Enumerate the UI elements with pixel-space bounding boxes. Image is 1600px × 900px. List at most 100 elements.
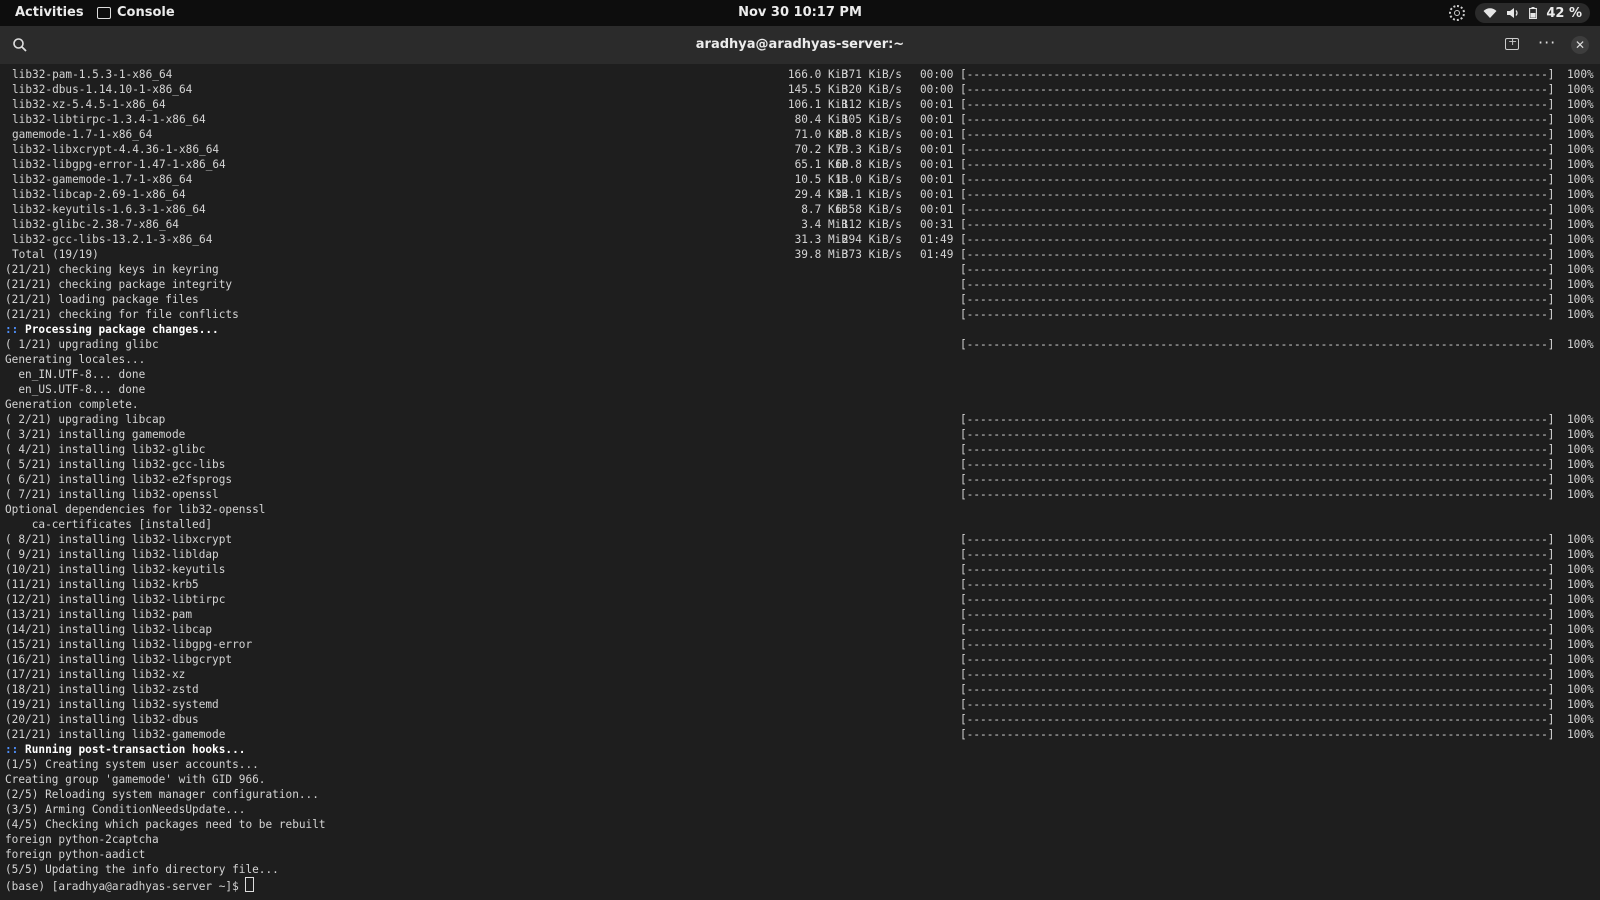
output-line: ( 3/21) installing gamemode [------------…	[0, 427, 1600, 442]
download-rate: 112 KiB/s	[841, 218, 902, 231]
line-text-wrap: (2/5) Reloading system manager configura…	[5, 787, 319, 802]
line-text-wrap: (5/5) Updating the info directory file..…	[5, 862, 279, 877]
package-name: Total (19/19)	[12, 248, 99, 261]
elapsed-time: 00:01	[920, 188, 954, 201]
output-line: ( 8/21) installing lib32-libxcrypt [-----…	[0, 532, 1600, 547]
line-text: (17/21) installing lib32-xz	[5, 668, 186, 681]
progress-bar: [---------------------------------------…	[960, 563, 1555, 576]
package-name: lib32-libxcrypt-4.4.36-1-x86_64	[12, 143, 220, 156]
terminal-output[interactable]: lib32-pam-1.5.3-1-x86_64 166.0 KiB 371 KiB…	[0, 67, 1600, 900]
line-text-wrap: (20/21) installing lib32-dbus	[5, 712, 199, 727]
line-text: ( 9/21) installing lib32-libldap	[5, 548, 219, 561]
progress-bar: [---------------------------------------…	[960, 548, 1555, 561]
progress-bar: [---------------------------------------…	[960, 713, 1555, 726]
download-rate: 6.58 KiB/s	[835, 203, 902, 216]
download-row: lib32-libxcrypt-4.4.36-1-x86_64 70.2 KiB 7…	[0, 142, 1600, 157]
prompt-line[interactable]: (base) [aradhya@aradhyas-server ~]$	[0, 877, 1600, 894]
progress-bar: [---------------------------------------…	[960, 308, 1555, 321]
progress-percent: 100%	[1567, 173, 1594, 186]
line-text-wrap: :: Processing package changes...	[5, 322, 219, 337]
progress-bar: [---------------------------------------…	[960, 653, 1555, 666]
package-name: lib32-libgpg-error-1.47-1-x86_64	[12, 158, 226, 171]
download-row: lib32-gcc-libs-13.2.1-3-x86_64 31.3 MiB 29…	[0, 232, 1600, 247]
settings-gear-icon[interactable]	[1449, 5, 1466, 21]
line-text: ( 2/21) upgrading libcap	[5, 413, 166, 426]
line-text: ( 3/21) installing gamemode	[5, 428, 186, 441]
clock[interactable]: Nov 30 10:17 PM	[0, 5, 1600, 20]
progress-percent: 100%	[1567, 653, 1594, 666]
section-marker: ::	[5, 743, 19, 756]
line-text-wrap: (16/21) installing lib32-libgcrypt	[5, 652, 232, 667]
line-text: (5/5) Updating the info directory file..…	[5, 863, 279, 876]
line-text-wrap: (18/21) installing lib32-zstd	[5, 682, 199, 697]
output-line: (5/5) Updating the info directory file..…	[0, 862, 1600, 877]
status-menu[interactable]: 42 %	[1475, 3, 1590, 23]
download-rate: 60.8 KiB/s	[835, 158, 902, 171]
battery-percentage: 42 %	[1546, 5, 1582, 21]
progress-percent: 100%	[1567, 293, 1594, 306]
progress-bar: [---------------------------------------…	[960, 173, 1555, 186]
prompt-wrap: (base) [aradhya@aradhyas-server ~]$	[5, 877, 255, 894]
line-text: ca-certificates [installed]	[5, 518, 213, 531]
download-rate: 371 KiB/s	[841, 68, 902, 81]
line-text-wrap: ( 3/21) installing gamemode	[5, 427, 185, 442]
line-text-wrap: Generating locales...	[5, 352, 145, 367]
package-name: lib32-libtirpc-1.3.4-1-x86_64	[12, 113, 206, 126]
progress-bar: [---------------------------------------…	[960, 338, 1555, 351]
line-text: (1/5) Creating system user accounts...	[5, 758, 259, 771]
output-line: ( 7/21) installing lib32-openssl [-------…	[0, 487, 1600, 502]
output-line: (18/21) installing lib32-zstd [----------…	[0, 682, 1600, 697]
output-line: (2/5) Reloading system manager configura…	[0, 787, 1600, 802]
package-name: gamemode-1.7-1-x86_64	[12, 128, 153, 141]
line-text-wrap: (11/21) installing lib32-krb5	[5, 577, 199, 592]
line-text: (21/21) checking for file conflicts	[5, 308, 239, 321]
progress-percent: 100%	[1567, 278, 1594, 291]
progress-bar: [---------------------------------------…	[960, 83, 1555, 96]
more-menu-icon[interactable]: ···	[1538, 33, 1556, 52]
line-text: (21/21) checking package integrity	[5, 278, 233, 291]
progress-percent: 100%	[1567, 158, 1594, 171]
progress-percent: 100%	[1567, 668, 1594, 681]
output-line: (21/21) installing lib32-gamemode [------…	[0, 727, 1600, 742]
progress-bar: [---------------------------------------…	[960, 68, 1555, 81]
download-rate: 13.0 KiB/s	[835, 173, 902, 186]
package-name: lib32-keyutils-1.6.3-1-x86_64	[12, 203, 206, 216]
text-cursor[interactable]	[245, 877, 255, 892]
elapsed-time: 00:01	[920, 143, 954, 156]
elapsed-time: 01:49	[920, 248, 954, 261]
battery-icon	[1529, 7, 1538, 19]
elapsed-time: 00:31	[920, 218, 954, 231]
line-text: (20/21) installing lib32-dbus	[5, 713, 199, 726]
download-rate: 73.3 KiB/s	[835, 143, 902, 156]
new-tab-icon[interactable]	[1505, 35, 1519, 50]
line-text-wrap: ( 6/21) installing lib32-e2fsprogs	[5, 472, 232, 487]
package-name: lib32-dbus-1.14.10-1-x86_64	[12, 83, 193, 96]
section-marker: ::	[5, 323, 19, 336]
download-row: lib32-libgpg-error-1.47-1-x86_64 65.1 KiB…	[0, 157, 1600, 172]
progress-percent: 100%	[1567, 728, 1594, 741]
line-text-wrap: (17/21) installing lib32-xz	[5, 667, 185, 682]
output-line: :: Processing package changes...	[0, 322, 1600, 337]
close-icon[interactable]: ✕	[1571, 36, 1589, 54]
progress-percent: 100%	[1567, 263, 1594, 276]
output-line: foreign python-2captcha	[0, 832, 1600, 847]
elapsed-time: 00:01	[920, 203, 954, 216]
progress-bar: [---------------------------------------…	[960, 158, 1555, 171]
progress-bar: [---------------------------------------…	[960, 203, 1555, 216]
output-line: Generation complete.	[0, 397, 1600, 412]
line-text: Running post-transaction hooks...	[18, 743, 246, 756]
package-name: lib32-xz-5.4.5-1-x86_64	[12, 98, 166, 111]
progress-percent: 100%	[1567, 128, 1594, 141]
line-text: (15/21) installing lib32-libgpg-error	[5, 638, 253, 651]
output-line: (12/21) installing lib32-libtirpc [------…	[0, 592, 1600, 607]
line-text: Processing package changes...	[18, 323, 219, 336]
line-text-wrap: Generation complete.	[5, 397, 139, 412]
line-text-wrap: ca-certificates [installed]	[5, 517, 212, 532]
download-row: lib32-xz-5.4.5-1-x86_64 106.1 KiB 112 KiB/…	[0, 97, 1600, 112]
output-line: (20/21) installing lib32-dbus [----------…	[0, 712, 1600, 727]
download-row: lib32-keyutils-1.6.3-1-x86_64 8.7 KiB 6.58…	[0, 202, 1600, 217]
output-line: (3/5) Arming ConditionNeedsUpdate...	[0, 802, 1600, 817]
line-text: Creating group 'gamemode' with GID 966.	[5, 773, 266, 786]
package-size: 39.8 MiB	[794, 248, 848, 261]
system-tray[interactable]: 42 %	[1449, 3, 1590, 23]
